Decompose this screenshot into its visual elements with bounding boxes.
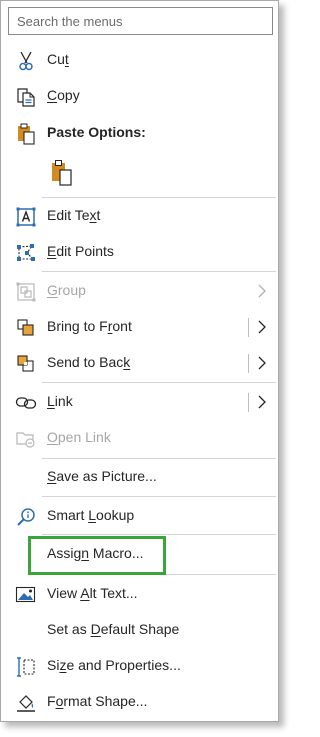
menu-item-format-shape[interactable]: Format Shape... — [2, 684, 278, 720]
menu-item-label: Copy — [47, 87, 80, 103]
menu-item-label: Smart Lookup — [47, 507, 135, 523]
smart-lookup-icon — [15, 507, 37, 527]
chevron-right-icon[interactable] — [256, 318, 268, 336]
menu-item-label: Send to Back — [47, 354, 131, 370]
menu-item-label: Cut — [47, 51, 69, 67]
menu-item-cut[interactable]: Cut — [2, 42, 278, 78]
context-menu: Cut Copy Paste Options: — [0, 0, 279, 722]
scissors-icon — [15, 51, 37, 71]
menu-item-send-to-back[interactable]: Send to Back — [2, 345, 278, 381]
menu-item-view-alt-text[interactable]: View Alt Text... — [2, 576, 278, 612]
menu-separator — [42, 496, 276, 497]
chevron-right-icon — [258, 284, 266, 298]
menu-header-label: Paste Options: — [47, 124, 146, 140]
format-shape-icon — [15, 693, 37, 713]
menu-separator — [42, 534, 276, 535]
menu-item-label: Format Shape... — [47, 693, 148, 709]
alt-text-icon — [15, 585, 37, 605]
group-icon — [15, 282, 37, 302]
menu-item-label: Link — [47, 393, 73, 409]
menu-item-label: Group — [47, 282, 86, 298]
menu-item-open-link: Open Link — [2, 420, 278, 456]
edit-text-icon — [15, 207, 37, 227]
menu-item-save-as-picture[interactable]: Save as Picture... — [2, 459, 278, 495]
search-menus-input[interactable] — [8, 7, 273, 35]
menu-item-label: Save as Picture... — [47, 468, 157, 484]
submenu-divider — [248, 393, 249, 412]
chevron-right-icon[interactable] — [256, 354, 268, 372]
bring-to-front-icon — [15, 318, 37, 338]
menu-item-label: Edit Points — [47, 243, 114, 259]
menu-item-label: Set as Default Shape — [47, 621, 180, 637]
send-to-back-icon — [15, 354, 37, 374]
menu-item-label: Bring to Front — [47, 318, 132, 334]
menu-item-set-default-shape[interactable]: Set as Default Shape — [2, 612, 278, 648]
open-link-icon — [15, 429, 37, 449]
chevron-right-icon[interactable] — [256, 393, 268, 411]
menu-header-paste-options: Paste Options: — [2, 115, 278, 151]
menu-item-edit-text[interactable]: Edit Text — [2, 198, 278, 234]
menu-item-group: Group — [2, 273, 278, 309]
submenu-divider — [248, 354, 249, 373]
menu-item-label: Open Link — [47, 429, 111, 445]
menu-item-size-and-properties[interactable]: Size and Properties... — [2, 648, 278, 684]
submenu-divider — [248, 318, 249, 337]
menu-item-label: Size and Properties... — [47, 657, 181, 673]
menu-separator — [42, 271, 276, 272]
menu-separator — [42, 382, 276, 383]
menu-item-link[interactable]: Link — [2, 384, 278, 420]
clipboard-paste-icon — [50, 160, 74, 190]
edit-points-icon — [15, 243, 37, 263]
menu-item-label: Edit Text — [47, 207, 101, 223]
copy-icon — [15, 87, 37, 107]
size-properties-icon — [15, 657, 37, 677]
paste-keep-source-button[interactable] — [50, 159, 74, 187]
menu-item-edit-points[interactable]: Edit Points — [2, 234, 278, 270]
menu-item-bring-to-front[interactable]: Bring to Front — [2, 309, 278, 345]
menu-item-copy[interactable]: Copy — [2, 78, 278, 114]
link-icon — [15, 393, 37, 413]
menu-item-label: View Alt Text... — [47, 585, 138, 601]
menu-item-smart-lookup[interactable]: Smart Lookup — [2, 498, 278, 534]
clipboard-icon — [15, 123, 37, 145]
assign-macro-highlight-box — [28, 536, 166, 575]
